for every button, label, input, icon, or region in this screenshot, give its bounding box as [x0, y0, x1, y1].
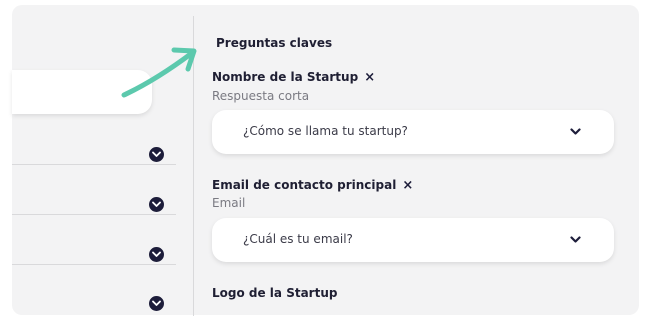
- chevron-down-icon[interactable]: [570, 128, 581, 136]
- question-label-text: Email de contacto principal: [212, 178, 397, 192]
- left-list-row-divider: [12, 164, 176, 165]
- question-label: Logo de la Startup: [212, 286, 337, 300]
- answer-dropdown[interactable]: ¿Cuál es tu email?: [212, 218, 614, 262]
- chevron-down-circle-icon[interactable]: [149, 247, 164, 262]
- question-label: Nombre de la Startup ×: [212, 70, 375, 84]
- chevron-down-circle-icon[interactable]: [149, 147, 164, 162]
- chevron-down-circle-icon[interactable]: [149, 296, 164, 311]
- form-builder-panel: [12, 5, 639, 315]
- chevron-down-icon[interactable]: [570, 236, 581, 244]
- left-list-row-divider: [12, 264, 176, 265]
- chevron-down-circle-icon[interactable]: [149, 197, 164, 212]
- question-label: Email de contacto principal ×: [212, 178, 413, 192]
- answer-dropdown[interactable]: ¿Cómo se llama tu startup?: [212, 110, 614, 154]
- close-icon[interactable]: ×: [364, 71, 375, 84]
- answer-placeholder: ¿Cuál es tu email?: [243, 232, 353, 246]
- close-icon[interactable]: ×: [402, 179, 413, 192]
- question-type: Respuesta corta: [212, 89, 310, 103]
- section-title: Preguntas claves: [216, 36, 333, 50]
- left-list-row-divider: [12, 214, 176, 215]
- answer-placeholder: ¿Cómo se llama tu startup?: [243, 124, 408, 138]
- question-label-text: Nombre de la Startup: [212, 70, 359, 84]
- question-label-text: Logo de la Startup: [212, 286, 338, 300]
- arrow-pointer-icon: [121, 47, 197, 98]
- question-type: Email: [212, 196, 246, 210]
